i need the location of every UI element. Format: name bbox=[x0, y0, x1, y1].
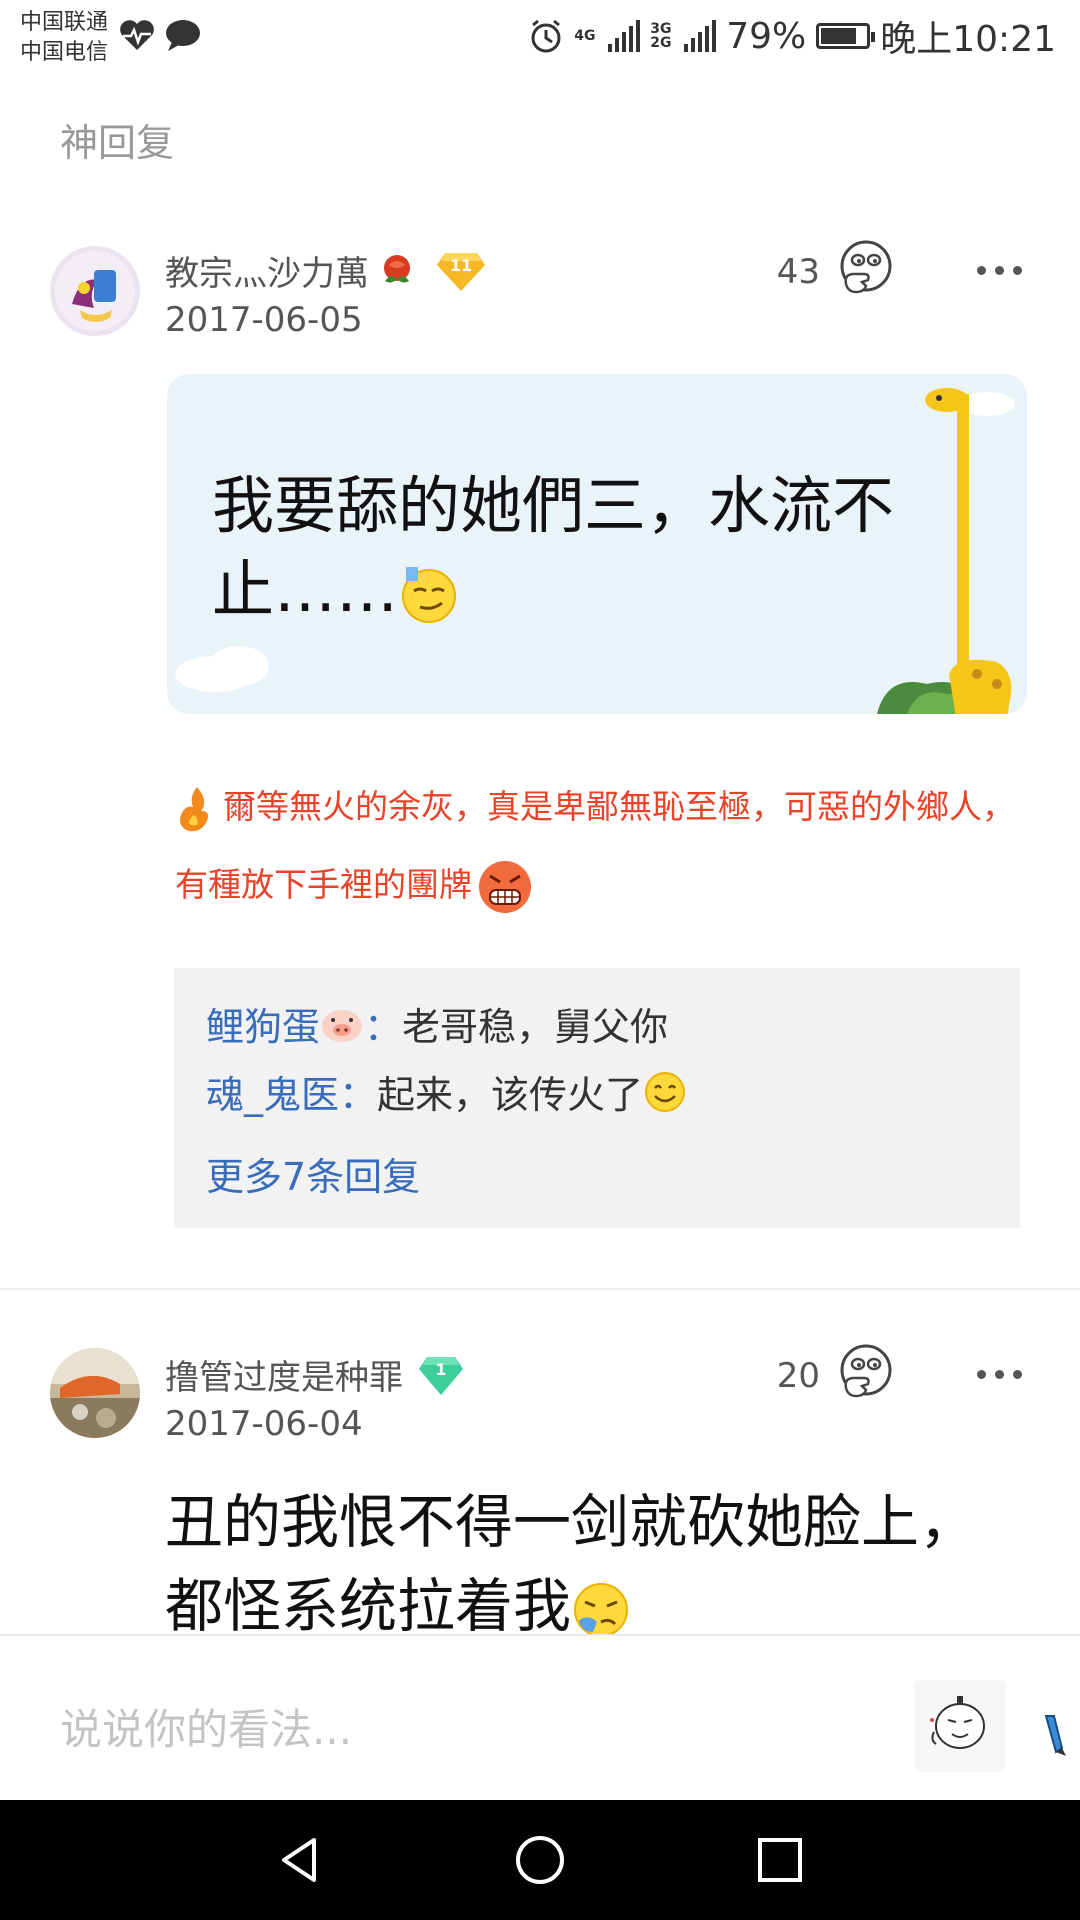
reply-item[interactable]: 鲤狗蛋 ： 老哥稳，舅父你 bbox=[206, 996, 668, 1051]
battery-level bbox=[821, 28, 856, 44]
reply-item[interactable]: 魂_鬼医 ： 起来，该传火了 bbox=[206, 1064, 687, 1119]
battery-icon bbox=[816, 23, 876, 49]
reply-author[interactable]: 魂_鬼医 bbox=[206, 1064, 339, 1119]
user-signature: 爾等無火的余灰，真是卑鄙無恥至極，可惡的外鄉人，有種放下手裡的團牌 bbox=[175, 768, 1025, 924]
level-number: 1 bbox=[435, 1360, 446, 1379]
sticker-face-icon bbox=[930, 1696, 985, 1749]
comment-content: 丑的我恨不得一剑就砍她脸上，都怪系统拉着我 bbox=[165, 1480, 985, 1648]
level-number: 11 bbox=[450, 256, 472, 275]
battery-percent: 79% bbox=[726, 15, 807, 57]
back-icon[interactable] bbox=[270, 1830, 330, 1890]
chat-icon bbox=[166, 20, 200, 51]
carrier-info: 中国联通 中国电信 bbox=[20, 8, 108, 68]
network-type-2: 3G 2G bbox=[650, 21, 672, 51]
reply-separator: ： bbox=[339, 1073, 378, 1117]
rose-icon bbox=[384, 254, 410, 283]
reply-author[interactable]: 鲤狗蛋 bbox=[206, 996, 320, 1051]
reply-separator: ： bbox=[364, 1005, 403, 1049]
signal-2-icon bbox=[684, 20, 717, 52]
comment-date: 2017-06-04 bbox=[165, 1404, 363, 1444]
level-badge-icon: 11 bbox=[437, 252, 485, 291]
like-count: 20 bbox=[776, 1356, 820, 1396]
username[interactable]: 撸管过度是种罪 bbox=[165, 1350, 403, 1399]
recents-icon[interactable] bbox=[750, 1830, 810, 1890]
comment-bubble: 我要舔的她們三，水流不止…… bbox=[167, 374, 1027, 714]
angry-grin-emoji-icon bbox=[479, 860, 531, 913]
carrier-2: 中国电信 bbox=[20, 40, 109, 65]
avatar-image bbox=[50, 246, 140, 336]
comment-divider bbox=[0, 1288, 1080, 1290]
like-icon[interactable] bbox=[836, 1344, 898, 1402]
reply-text: 老哥稳，舅父你 bbox=[402, 1005, 669, 1049]
angry-emoji-icon bbox=[574, 1582, 629, 1637]
avatar[interactable] bbox=[50, 1348, 140, 1438]
home-icon[interactable] bbox=[510, 1830, 570, 1890]
pig-emoji-icon bbox=[322, 1009, 363, 1042]
alarm-icon bbox=[531, 19, 561, 53]
smile-emoji-icon bbox=[645, 1071, 686, 1112]
pen-icon[interactable] bbox=[1040, 1712, 1068, 1758]
clock: 晚上10:21 bbox=[880, 19, 1056, 60]
more-replies-link[interactable]: 更多7条回复 bbox=[206, 1146, 420, 1201]
avatar[interactable] bbox=[50, 246, 140, 336]
avatar-image bbox=[50, 1348, 140, 1438]
section-title: 神回复 bbox=[60, 121, 175, 165]
like-icon[interactable] bbox=[836, 240, 898, 298]
signal-1-icon bbox=[608, 20, 641, 52]
network-type-1: 4G bbox=[574, 28, 596, 44]
like-count: 43 bbox=[776, 252, 820, 292]
reply-text: 起来，该传火了 bbox=[377, 1073, 644, 1117]
comment-date: 2017-06-05 bbox=[165, 300, 363, 340]
username-row: 教宗灬沙力萬 11 bbox=[165, 246, 487, 295]
level-badge-icon: 1 bbox=[419, 1356, 463, 1395]
signature-text: 爾等無火的余灰，真是卑鄙無恥至極，可惡的外鄉人，有種放下手裡的團牌 bbox=[175, 787, 1015, 904]
username[interactable]: 教宗灬沙力萬 bbox=[165, 246, 369, 295]
carrier-1: 中国联通 bbox=[20, 10, 109, 35]
flame-icon bbox=[180, 786, 209, 831]
system-nav-bar bbox=[0, 1800, 1080, 1920]
status-bar: 中国联通 中国电信 4G 3G 2G 79% 晚上10:21 bbox=[0, 0, 1080, 75]
more-options-button[interactable] bbox=[977, 1370, 1022, 1379]
comment-input[interactable]: 说说你的看法... bbox=[60, 1696, 352, 1757]
sticker-button[interactable] bbox=[914, 1680, 1006, 1772]
replies-panel: 鲤狗蛋 ： 老哥稳，舅父你 魂_鬼医 ： 起来，该传火了 更多7条回复 bbox=[174, 968, 1020, 1228]
giraffe-decoration bbox=[175, 388, 1015, 714]
more-options-button[interactable] bbox=[977, 266, 1022, 275]
status-right: 4G 3G 2G 79% 晚上10:21 bbox=[528, 14, 1056, 60]
comment-input-bar: 说说你的看法... bbox=[0, 1634, 1080, 1800]
heart-rate-icon bbox=[120, 20, 154, 50]
username-row: 撸管过度是种罪 1 bbox=[165, 1350, 465, 1399]
